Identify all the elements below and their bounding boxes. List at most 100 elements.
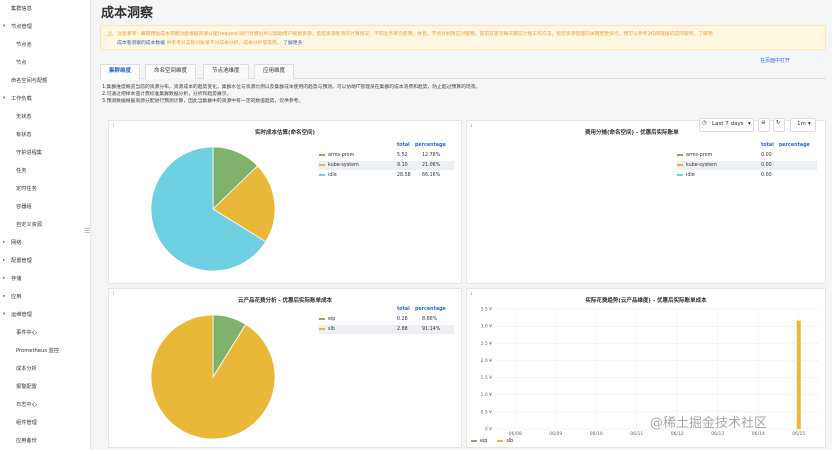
legend-row[interactable]: slb 2.88 91.14% [319, 325, 454, 334]
y-tick-label: 0 ¥ [485, 427, 492, 433]
sidebar-item[interactable]: 自定义资源 [0, 216, 91, 234]
notice-text-2: 成本看洞察的成本数据 供参考对实际对账单不对成本分析、成本分析等等用。 了解更多 [117, 39, 302, 46]
sidebar-item[interactable]: 集群信息 [0, 0, 91, 18]
legend-row[interactable]: kube-system 0.00 [677, 161, 817, 170]
description-line: 1.集群维度概览当前的资源分布，资源成本的趋势变化，集群水位与资源比例以及集群成… [102, 85, 481, 90]
tab[interactable]: 节点池维度 [203, 64, 249, 79]
legend-name: eip [328, 317, 336, 322]
tab[interactable]: 命名空间维度 [145, 64, 197, 79]
x-tick-label: 06/13 [711, 431, 724, 437]
sidebar-item[interactable]: ▾ 节点管理 [0, 18, 91, 36]
legend-row[interactable]: eip 0.28 8.86% [319, 315, 454, 324]
sidebar-item-label: 组件管理 [16, 420, 37, 426]
sidebar-item-label: 命名空间与配额 [11, 78, 48, 84]
legend-name: idle [686, 173, 695, 178]
y-tick-label: 1.5 ¥ [481, 375, 493, 381]
interval-label: 1m [797, 121, 806, 127]
legend-header-percentage[interactable]: percentage [779, 143, 810, 148]
learn-more-link[interactable]: 了解更多 [283, 41, 302, 46]
sidebar-item-label: 配置管理 [11, 258, 32, 264]
panel-cost-estimate: i 实时成本估算(命名空间) total percentage arms-pro… [108, 120, 462, 284]
sidebar-item[interactable]: 节点池 [0, 36, 91, 54]
legend-swatch [677, 173, 683, 176]
y-tick-label: 3.0 ¥ [481, 324, 493, 330]
sidebar-item[interactable]: 容器组 [0, 198, 91, 216]
sidebar-item-label: 有状态 [16, 132, 32, 138]
caret-right-icon: ▸ [3, 258, 6, 263]
sidebar-item[interactable]: 定时任务 [0, 180, 91, 198]
chevron-down-icon: ▾ [748, 121, 751, 127]
legend-name: arms-prom [686, 153, 713, 158]
legend-header-total[interactable]: total [397, 307, 410, 312]
sidebar-item[interactable]: 无状态 [0, 108, 91, 126]
sidebar-item-label: 定时任务 [16, 186, 37, 192]
tab[interactable]: 集群维度 [100, 64, 141, 80]
sidebar-item-label: Prometheus 监控 [16, 348, 60, 354]
sidebar-item[interactable]: 节点 [0, 54, 91, 72]
pie-slice-slb[interactable] [150, 314, 276, 440]
sidebar-item-label: 报警配置 [16, 384, 37, 390]
sidebar-item-label: 网络 [11, 240, 22, 246]
sidebar-item-label: 无状态 [16, 114, 32, 120]
legend-header-total[interactable]: total [397, 143, 410, 148]
sidebar-item[interactable]: ▸ 应用 [0, 288, 91, 306]
sidebar-item[interactable]: 任务 [0, 162, 91, 180]
sidebar-item[interactable]: ▸ 网络 [0, 234, 91, 252]
panel-info-icon[interactable]: i [471, 124, 472, 129]
pie-chart [150, 146, 276, 272]
x-tick-label: 06/09 [549, 431, 562, 437]
legend-row[interactable]: arms-prom 0.00 [677, 151, 817, 160]
sidebar-item-label: 节点池 [16, 42, 32, 48]
legend-row[interactable]: idle 28.58 66.16% [319, 171, 454, 180]
notice-link[interactable]: 成本看洞察的成本数据 [117, 41, 165, 46]
caret-down-icon: ▾ [3, 24, 6, 29]
sidebar-item[interactable]: 成本分析 [0, 360, 91, 378]
sidebar-item[interactable]: ▸ 存储 [0, 270, 91, 288]
sidebar-item[interactable]: 日志中心 [0, 396, 91, 414]
legend-item[interactable]: slb [497, 439, 513, 444]
zoom-out-icon: ⊖ [761, 120, 766, 126]
legend-row[interactable]: arms-prom 5.52 12.78% [319, 151, 454, 160]
legend-header-total[interactable]: total [761, 143, 774, 148]
legend-total: 0.28 [397, 317, 408, 322]
description: 1.集群维度概览当前的资源分布，资源成本的趋势变化，集群水位与资源比例以及集群成… [102, 84, 480, 105]
time-range-label: Last 7 days [712, 121, 744, 127]
sidebar-item[interactable]: 有状态 [0, 126, 91, 144]
legend-item[interactable]: eip [471, 439, 487, 444]
legend-header-percentage[interactable]: percentage [415, 143, 446, 148]
notice-text-cont: 供参考对实际对账单不对成本分析、成本分析等等用。 [166, 41, 282, 46]
legend-table: total percentage eip 0.28 8.86% slb 2.88 91.1… [319, 307, 454, 337]
warning-icon: ⚠ [107, 30, 114, 38]
sidebar-item[interactable]: Prometheus 监控 [0, 342, 91, 360]
legend-swatch [319, 153, 325, 156]
legend-name: kube-system [686, 163, 717, 168]
legend-row[interactable]: idle 0.00 [677, 171, 817, 180]
sidebar-item-label: 容器组 [16, 204, 32, 210]
sidebar-item[interactable]: ▾ 运维管理 [0, 306, 91, 324]
notice-text: 注意事项：每隔预估成本洞察功能根据资源分配(request)进行计费分析以帮助用… [117, 32, 713, 37]
sidebar-item-label: 事件中心 [16, 330, 37, 336]
legend-pct: 12.78% [422, 153, 441, 158]
collapse-sidebar-icon[interactable]: ☰ [84, 227, 90, 235]
y-tick-label: 3.5 ¥ [481, 307, 493, 313]
tab[interactable]: 应用维度 [254, 64, 295, 79]
sidebar-item[interactable]: ▸ 配置管理 [0, 252, 91, 270]
legend-row[interactable]: kube-system 9.10 21.06% [319, 161, 454, 170]
sidebar-item-label: 应用 [11, 294, 22, 300]
sidebar-item[interactable]: 报警配置 [0, 378, 91, 396]
sidebar-item[interactable]: 守护进程集 [0, 144, 91, 162]
bar-slb[interactable] [796, 320, 801, 429]
legend-name: kube-system [328, 163, 359, 168]
sidebar-item[interactable]: 应用备份 [0, 432, 91, 450]
sidebar-item-label: 应用备份 [16, 438, 37, 444]
sidebar-item[interactable]: 组件管理 [0, 414, 91, 432]
panel-cloud-product-cost: i 云产品花费分析 - 优惠后实际账单成本 total percentage e… [108, 288, 462, 448]
sidebar-item[interactable]: ▾ 工作负载 [0, 90, 91, 108]
sidebar-item[interactable]: 事件中心 [0, 324, 91, 342]
legend-total: 0.00 [761, 163, 772, 168]
pie-chart [150, 314, 276, 440]
legend-name: slb [506, 439, 514, 444]
sidebar-item[interactable]: 命名空间与配额 [0, 72, 91, 90]
legend-header-percentage[interactable]: percentage [415, 307, 446, 312]
caret-right-icon: ▸ [3, 240, 6, 245]
